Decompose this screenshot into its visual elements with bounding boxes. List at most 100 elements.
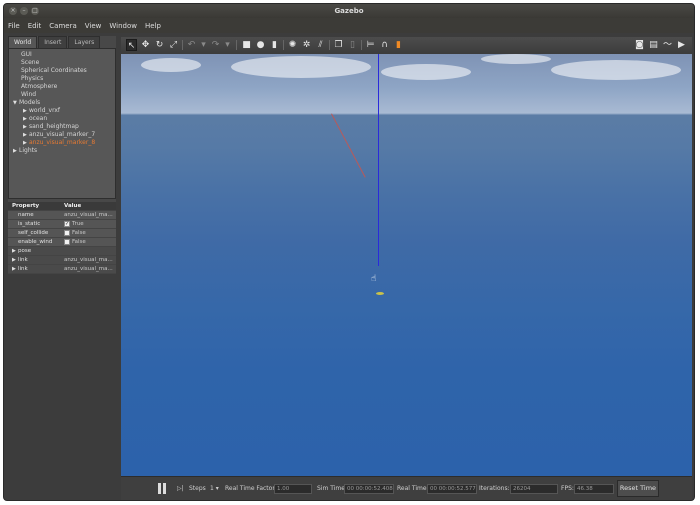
- property-row-link[interactable]: ▶ link anzu_visual_ma...: [8, 265, 116, 274]
- model-label: ocean: [29, 115, 48, 122]
- 3d-viewport[interactable]: ☝: [121, 54, 692, 476]
- directional-light-icon[interactable]: ⫽: [315, 39, 326, 51]
- tree-item-model-selected[interactable]: ▶ anzu_visual_marker_8: [23, 139, 95, 147]
- steps-label: Steps: [189, 485, 206, 492]
- menu-window[interactable]: Window: [109, 22, 137, 30]
- tree-models-label: Models: [19, 99, 41, 106]
- property-key: link: [18, 266, 28, 272]
- minimize-window-button[interactable]: –: [20, 7, 28, 15]
- toolbar-separator: [182, 40, 183, 50]
- log-icon[interactable]: ▤: [648, 39, 659, 51]
- title-bar: × – □ Gazebo: [4, 4, 694, 18]
- point-light-icon[interactable]: ✺: [287, 39, 298, 51]
- screenshot-icon[interactable]: ◙: [634, 39, 645, 51]
- property-value-cell: False: [64, 229, 86, 238]
- checkbox-unchecked[interactable]: [64, 238, 70, 245]
- box-icon[interactable]: ■: [241, 39, 252, 51]
- align-icon[interactable]: ⊨: [365, 39, 376, 51]
- undo-icon[interactable]: ↶: [186, 39, 197, 51]
- close-window-button[interactable]: ×: [9, 7, 17, 15]
- checkbox-unchecked[interactable]: [64, 229, 70, 236]
- property-row-pose[interactable]: ▶ pose: [8, 247, 116, 256]
- tree-item-model[interactable]: ▶ sand_heightmap: [23, 123, 79, 131]
- steps-spinbox[interactable]: 1 ▾: [210, 484, 219, 494]
- menu-edit[interactable]: Edit: [28, 22, 42, 30]
- property-column-header: Property: [12, 203, 40, 209]
- maximize-window-button[interactable]: □: [31, 7, 39, 15]
- toolbar-separator: [283, 40, 284, 50]
- snap-icon[interactable]: ∩: [379, 39, 390, 51]
- redo-menu-icon[interactable]: ▾: [222, 39, 233, 51]
- reset-time-button[interactable]: Reset Time: [617, 480, 659, 497]
- property-value[interactable]: anzu_visual_ma...: [64, 211, 113, 220]
- tree-item-model[interactable]: ▶ ocean: [23, 115, 47, 123]
- model-label: world_vrxf: [29, 107, 61, 114]
- orange-marker-icon[interactable]: ▮: [393, 39, 404, 51]
- marker-model[interactable]: [376, 292, 384, 295]
- video-icon[interactable]: ▶: [676, 39, 687, 51]
- property-row-name[interactable]: name anzu_visual_ma...: [8, 211, 116, 220]
- model-label: anzu_visual_marker_7: [29, 131, 96, 138]
- plot-icon[interactable]: 〜: [662, 39, 673, 51]
- real-time-value: 00 00:00:52.577: [427, 484, 477, 494]
- property-row-link[interactable]: ▶ link anzu_visual_ma...: [8, 256, 116, 265]
- cylinder-icon[interactable]: ▮: [269, 39, 280, 51]
- property-key: name: [18, 212, 34, 218]
- tab-world[interactable]: World: [8, 36, 38, 48]
- undo-menu-icon[interactable]: ▾: [198, 39, 209, 51]
- menu-view[interactable]: View: [85, 22, 102, 30]
- toolbar-separator: [361, 40, 362, 50]
- fps-value: 46.38: [574, 484, 614, 494]
- real-time-label: Real Time:: [397, 485, 429, 492]
- tree-item-gui[interactable]: GUI: [21, 51, 32, 59]
- iterations-label: Iterations:: [479, 485, 510, 492]
- pause-icon[interactable]: [157, 483, 167, 494]
- cloud: [551, 60, 681, 80]
- tree-item-physics[interactable]: Physics: [21, 75, 43, 83]
- copy-icon[interactable]: ❐: [333, 39, 344, 51]
- checkbox-checked[interactable]: ✓: [64, 220, 70, 227]
- tree-item-model[interactable]: ▶ world_vrxf: [23, 107, 60, 115]
- property-value: False: [72, 230, 86, 236]
- tree-lights-label: Lights: [19, 147, 38, 154]
- tree-item-wind[interactable]: Wind: [21, 91, 36, 99]
- cloud: [481, 54, 551, 64]
- tab-insert[interactable]: Insert: [38, 36, 68, 48]
- property-key-expandable: ▶ pose: [12, 247, 31, 256]
- paste-icon[interactable]: ▯: [347, 39, 358, 51]
- menu-file[interactable]: File: [8, 22, 20, 30]
- property-table-header: Property Value: [8, 202, 116, 211]
- rtf-value: 1.00: [274, 484, 312, 494]
- menu-camera[interactable]: Camera: [49, 22, 76, 30]
- tree-item-lights[interactable]: ▶ Lights: [13, 147, 37, 155]
- property-row-is-static[interactable]: is_static ✓ True: [8, 220, 116, 229]
- tree-item-scene[interactable]: Scene: [21, 59, 39, 67]
- scale-icon[interactable]: ⤢: [168, 39, 179, 51]
- property-value: anzu_visual_ma...: [64, 257, 113, 263]
- tab-layers[interactable]: Layers: [68, 36, 101, 48]
- x-axis-line: [331, 113, 366, 178]
- fps-label: FPS:: [561, 485, 574, 492]
- property-row-self-collide[interactable]: self_collide False: [8, 229, 116, 238]
- translate-icon[interactable]: ✥: [140, 39, 151, 51]
- value-column-header: Value: [64, 203, 82, 209]
- sim-time-value: 00 00:00:52.408: [344, 484, 394, 494]
- tree-item-spherical-coordinates[interactable]: Spherical Coordinates: [21, 67, 87, 75]
- tree-item-atmosphere[interactable]: Atmosphere: [21, 83, 57, 91]
- select-arrow-icon[interactable]: ↖: [126, 39, 137, 51]
- tree-item-model[interactable]: ▶ anzu_visual_marker_7: [23, 131, 95, 139]
- gazebo-window: × – □ Gazebo File Edit Camera View Windo…: [3, 3, 695, 501]
- spot-light-icon[interactable]: ✲: [301, 39, 312, 51]
- redo-icon[interactable]: ↷: [210, 39, 221, 51]
- world-tree: GUI Scene Spherical Coordinates Physics …: [8, 48, 116, 199]
- property-table: Property Value name anzu_visual_ma... is…: [8, 202, 116, 274]
- tree-item-models[interactable]: ▼ Models: [13, 99, 40, 107]
- cloud: [141, 58, 201, 72]
- bottom-status-bar: ▷| Steps 1 ▾ Real Time Factor: 1.00 Sim …: [121, 476, 692, 500]
- sphere-icon[interactable]: ●: [255, 39, 266, 51]
- property-key: is_static: [18, 221, 41, 227]
- rotate-icon[interactable]: ↻: [154, 39, 165, 51]
- property-row-enable-wind[interactable]: enable_wind False: [8, 238, 116, 247]
- step-icon[interactable]: ▷|: [177, 484, 184, 494]
- menu-help[interactable]: Help: [145, 22, 161, 30]
